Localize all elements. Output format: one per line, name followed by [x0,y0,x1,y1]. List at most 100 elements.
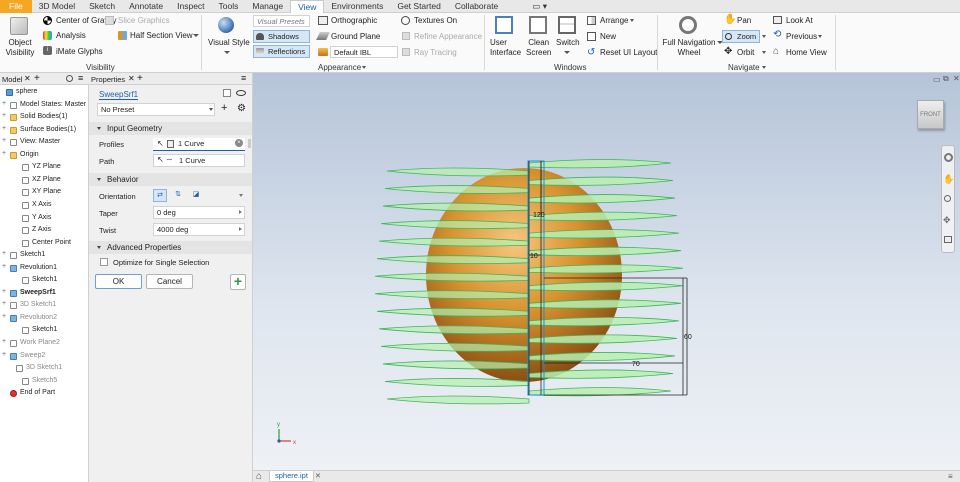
orientation-guide-button[interactable]: ◪ [189,189,203,202]
dimension-70[interactable]: 70 [632,361,640,368]
slice-graphics-button[interactable]: Slice Graphics [118,16,170,25]
twist-input[interactable]: 4000 deg [153,223,245,236]
orbit-button[interactable]: Orbit [737,48,754,57]
model-tab[interactable]: Model [2,75,22,84]
chevron-down-icon[interactable] [630,19,634,22]
switch-icon[interactable] [558,16,576,34]
imate-glyphs-button[interactable]: iMate Glyphs [56,47,103,56]
pan-button[interactable]: Pan [737,16,751,25]
expand-icon[interactable]: + [2,112,6,119]
clean-screen-button[interactable]: Clean Screen [526,38,551,58]
ground-plane-button[interactable]: Ground Plane [331,32,380,41]
ibl-dropdown[interactable]: Default IBL [330,46,398,58]
expand-icon[interactable]: + [2,250,6,257]
menu-icon[interactable]: ≡ [78,73,83,83]
menu-tab-environments[interactable]: Environments [324,0,390,13]
chevron-down-icon[interactable] [762,66,766,69]
expand-icon[interactable]: + [2,137,6,144]
copy-icon[interactable] [223,89,231,97]
orthographic-button[interactable]: Orthographic [331,16,377,25]
tree-item[interactable]: 3D Sketch1 [26,364,62,371]
tree-item[interactable]: XZ Plane [32,176,61,183]
properties-tab[interactable]: Properties [91,75,125,84]
tree-item[interactable]: 3D Sketch1 [20,301,56,308]
expand-icon[interactable]: + [2,100,6,107]
graphics-viewport[interactable]: ▭ ⧉ ✕ FRONT ✋ ✥ 120 10 60 70 y x [253,73,960,470]
tree-item[interactable]: Work Plane2 [20,339,60,346]
tree-item[interactable]: SweepSrf1 [20,289,56,296]
close-icon[interactable]: ✕ [24,74,31,83]
visual-style-button[interactable]: Visual Style [208,38,250,47]
tree-item[interactable]: Sketch1 [20,251,45,258]
textures-on-button[interactable]: Textures On [414,16,457,25]
quick-settings-icon[interactable]: ▭ ▾ [525,0,554,13]
doc-menu-icon[interactable]: ≡ [948,471,953,482]
home-view-button[interactable]: Home View [786,48,827,57]
refine-appearance-button[interactable]: Refine Appearance [414,32,482,41]
chevron-right-icon[interactable] [239,210,242,214]
ray-tracing-button[interactable]: Ray Tracing [414,48,457,57]
tree-item[interactable]: Surface Bodies(1) [20,126,76,133]
tree-item[interactable]: End of Part [20,389,55,396]
expand-icon[interactable]: + [2,150,6,157]
full-navigation-wheel-button[interactable]: Full Navigation Wheel [662,38,716,58]
home-icon[interactable]: ⌂ [256,471,262,482]
chevron-down-icon[interactable] [209,108,213,111]
chevron-right-icon[interactable] [239,227,242,231]
doc-tab-sphere[interactable]: sphere.ipt [269,471,314,482]
chevron-down-icon[interactable] [193,34,199,37]
menu-tab-file[interactable]: File [0,0,32,13]
add-tab-icon[interactable]: + [34,73,40,84]
half-section-view-button[interactable]: Half Section View [130,31,193,40]
orientation-parallel-button[interactable]: ⇅ [171,189,185,202]
tree-item[interactable]: X Axis [32,201,51,208]
tree-item[interactable]: Z Axis [32,226,51,233]
visual-presets-dropdown[interactable]: Visual Presets [253,15,310,27]
tree-item[interactable]: Center Point [32,239,71,246]
tree-item[interactable]: Revolution2 [20,314,57,321]
tree-item[interactable]: Solid Bodies(1) [20,113,67,120]
orientation-path-button[interactable]: ⇄ [153,189,167,202]
tree-item[interactable]: Sweep2 [20,352,45,359]
arrange-button[interactable]: Arrange [600,16,628,25]
chevron-down-icon[interactable] [564,51,570,54]
expand-icon[interactable]: + [2,125,6,132]
tree-item[interactable]: Model States: Master [20,101,86,108]
tree-item[interactable]: View: Master [20,138,60,145]
visibility-eye-icon[interactable] [236,90,246,96]
close-icon[interactable]: ✕ [315,471,321,482]
close-icon[interactable]: ✕ [128,74,135,83]
chevron-down-icon[interactable] [239,194,243,197]
dimension-60[interactable]: 60 [684,334,692,341]
expand-icon[interactable]: + [2,338,6,345]
menu-tab-annotate[interactable]: Annotate [122,0,170,13]
tree-item[interactable]: Sketch1 [32,276,57,283]
dimension-10[interactable]: 10 [530,253,538,260]
feature-name[interactable]: SweepSrf1 [99,90,139,100]
menu-tab-get-started[interactable]: Get Started [390,0,447,13]
menu-tab-view[interactable]: View [290,0,325,13]
gear-icon[interactable]: ⚙ [237,103,246,114]
menu-tab-3d-model[interactable]: 3D Model [32,0,82,13]
expand-icon[interactable]: + [2,351,6,358]
navigation-wheel-icon[interactable] [679,16,697,34]
chevron-down-icon[interactable] [818,35,822,38]
switch-button[interactable]: Switch [556,38,580,47]
cancel-button[interactable]: Cancel [146,274,193,289]
menu-tab-collaborate[interactable]: Collaborate [448,0,505,13]
expand-icon[interactable]: + [2,288,6,295]
chevron-down-icon[interactable] [762,51,766,54]
chevron-down-icon[interactable] [762,35,766,38]
object-visibility-icon[interactable] [10,17,28,35]
add-tab-icon[interactable]: + [137,73,143,84]
chevron-down-icon[interactable] [224,51,230,54]
tree-item[interactable]: Y Axis [32,214,51,221]
analysis-button[interactable]: Analysis [56,31,86,40]
tree-item[interactable]: Sketch5 [32,377,57,384]
clear-icon[interactable]: × [235,139,243,147]
ok-button[interactable]: OK [95,274,142,289]
menu-tab-inspect[interactable]: Inspect [170,0,211,13]
tree-item[interactable]: Sketch1 [32,326,57,333]
expand-icon[interactable]: + [2,313,6,320]
clean-screen-icon[interactable] [529,16,547,34]
